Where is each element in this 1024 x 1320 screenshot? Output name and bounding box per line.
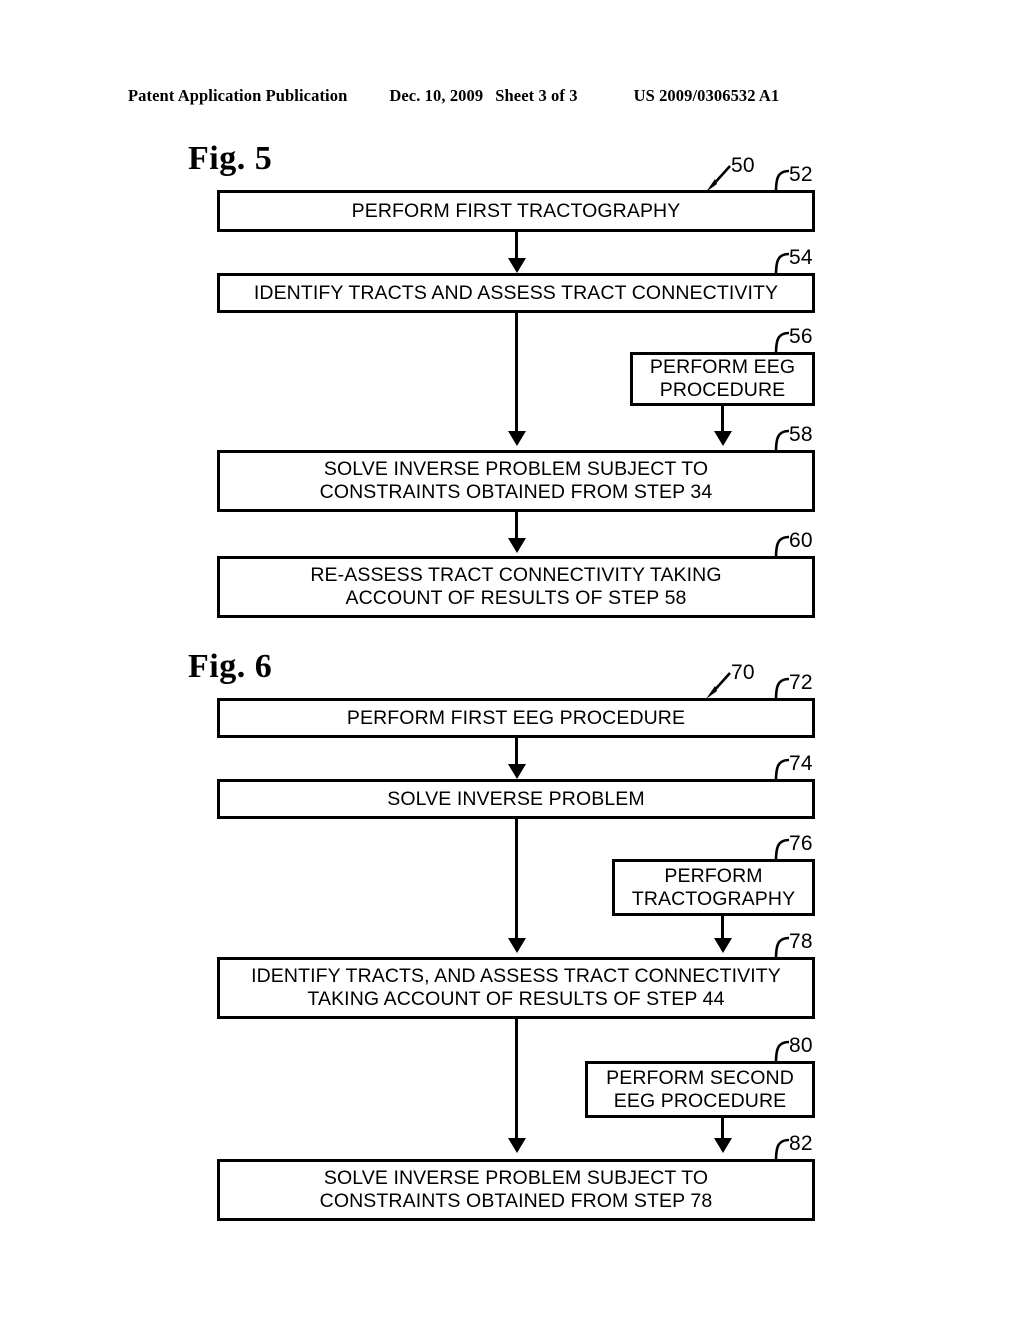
reference-numeral-82: 82 xyxy=(789,1132,813,1155)
arrowhead-54-to-58 xyxy=(508,431,526,446)
page-header: Patent Application Publication Dec. 10, … xyxy=(128,86,896,108)
header-patent-number: US 2009/0306532 A1 xyxy=(633,86,780,105)
reference-numeral-58: 58 xyxy=(789,423,813,446)
connector-78-to-82 xyxy=(515,1019,518,1148)
connector-54-to-58 xyxy=(515,313,518,441)
header-sheet-number: Sheet 3 of 3 xyxy=(495,86,578,105)
reference-numeral-78: 78 xyxy=(789,930,813,953)
flow-box-54: IDENTIFY TRACTS AND ASSESS TRACT CONNECT… xyxy=(217,273,815,313)
reference-numeral-70: 70 xyxy=(731,661,755,684)
arrowhead-58-to-60 xyxy=(508,538,526,553)
header-date: Dec. 10, 2009 xyxy=(389,86,484,105)
flow-box-52: PERFORM FIRST TRACTOGRAPHY xyxy=(217,190,815,232)
reference-numeral-74: 74 xyxy=(789,752,813,775)
reference-numeral-56: 56 xyxy=(789,325,813,348)
arrowhead-76-to-78 xyxy=(714,938,732,953)
arrowhead-52-to-54 xyxy=(508,258,526,273)
reference-numeral-54: 54 xyxy=(789,246,813,269)
arrowhead-56-to-58 xyxy=(714,431,732,446)
flow-box-80: PERFORM SECOND EEG PROCEDURE xyxy=(585,1061,815,1118)
connector-74-to-78 xyxy=(515,819,518,948)
flow-box-82: SOLVE INVERSE PROBLEM SUBJECT TO CONSTRA… xyxy=(217,1159,815,1221)
flow-box-78: IDENTIFY TRACTS, AND ASSESS TRACT CONNEC… xyxy=(217,957,815,1019)
reference-numeral-60: 60 xyxy=(789,529,813,552)
reference-numeral-76: 76 xyxy=(789,832,813,855)
flow-box-76: PERFORM TRACTOGRAPHY xyxy=(612,859,815,916)
arrowhead-80-to-82 xyxy=(714,1138,732,1153)
flow-box-72: PERFORM FIRST EEG PROCEDURE xyxy=(217,698,815,738)
figure-label-6: Fig. 6 xyxy=(188,648,273,685)
header-publication: Patent Application Publication xyxy=(128,86,348,105)
flow-box-60: RE-ASSESS TRACT CONNECTIVITY TAKING ACCO… xyxy=(217,556,815,618)
flow-box-56: PERFORM EEG PROCEDURE xyxy=(630,352,815,406)
reference-numeral-52: 52 xyxy=(789,163,813,186)
reference-numeral-80: 80 xyxy=(789,1034,813,1057)
arrowhead-72-to-74 xyxy=(508,764,526,779)
flow-box-74: SOLVE INVERSE PROBLEM xyxy=(217,779,815,819)
arrowhead-74-to-78 xyxy=(508,938,526,953)
reference-numeral-50: 50 xyxy=(731,154,755,177)
arrowhead-78-to-82 xyxy=(508,1138,526,1153)
figure-label-5: Fig. 5 xyxy=(188,140,273,177)
reference-numeral-72: 72 xyxy=(789,671,813,694)
flow-box-58: SOLVE INVERSE PROBLEM SUBJECT TO CONSTRA… xyxy=(217,450,815,512)
